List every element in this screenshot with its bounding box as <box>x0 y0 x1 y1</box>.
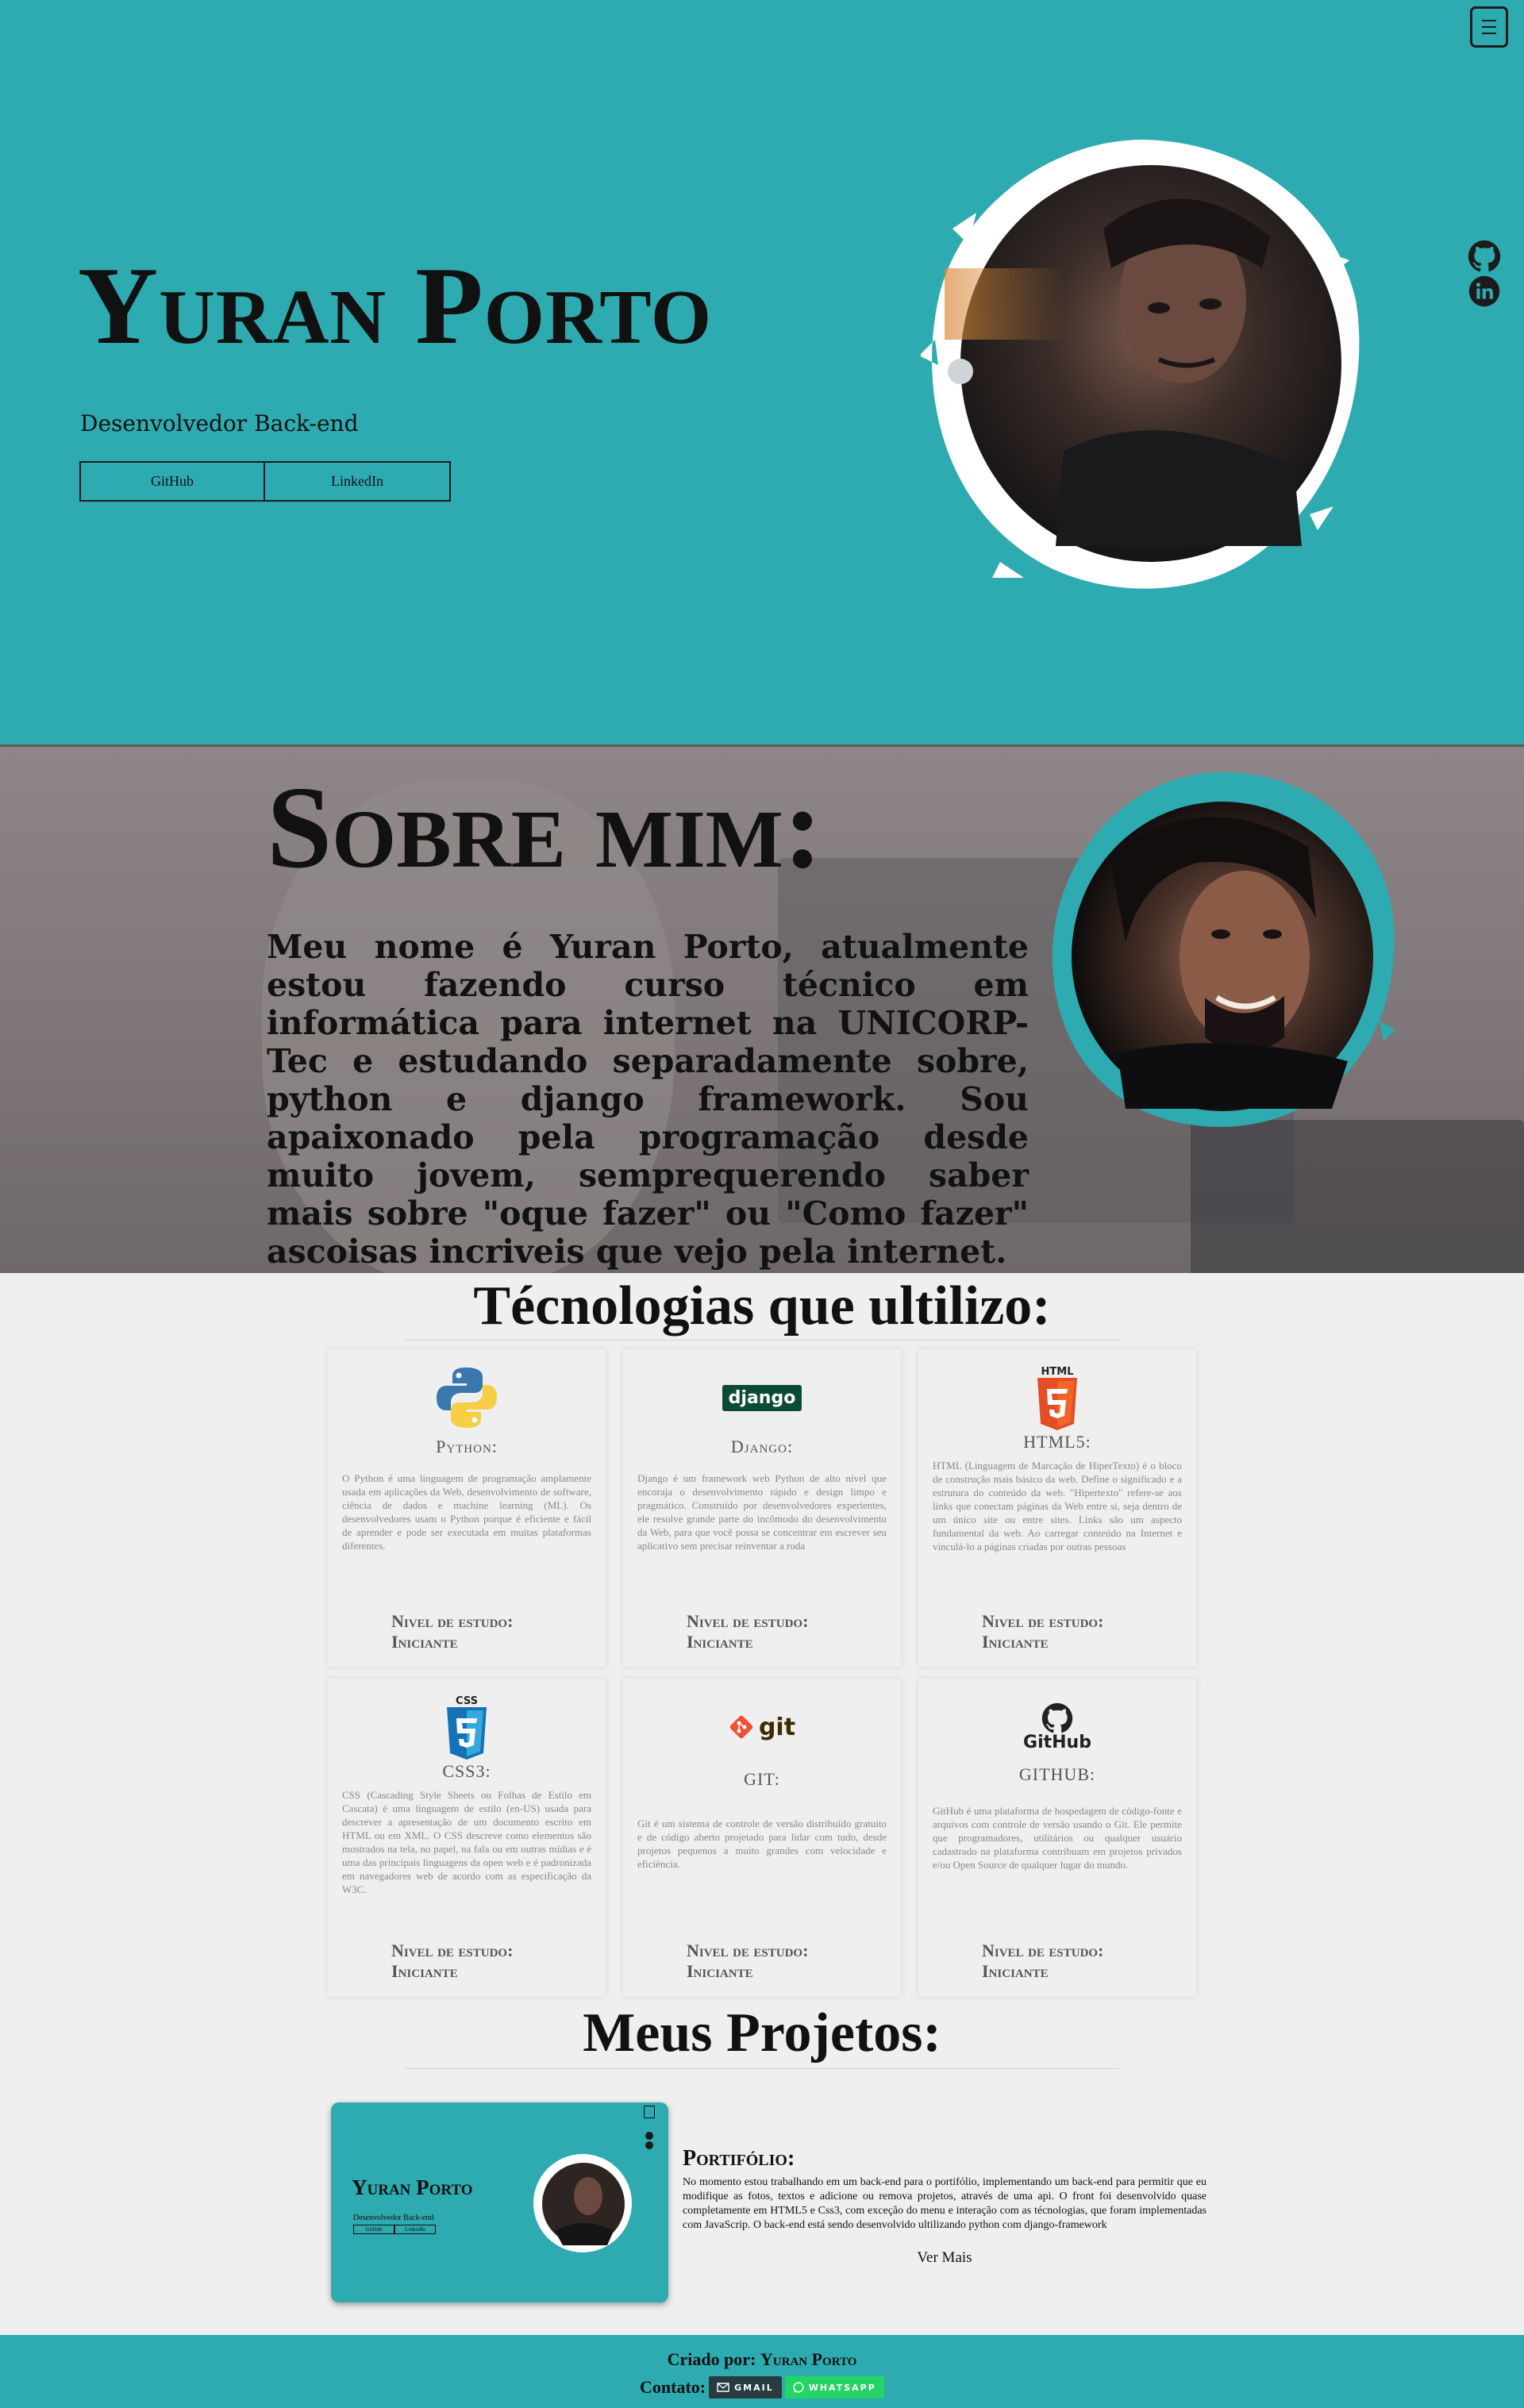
footer-contact: Contato: GMAIL WHATSAPP <box>640 2376 884 2398</box>
github-icon[interactable] <box>1468 240 1501 273</box>
python-logo-icon <box>437 1367 497 1428</box>
tech-card-level: Nivel de estudo: Iniciante <box>982 1611 1104 1652</box>
about-title: Sobre mim: <box>267 763 823 893</box>
tech-card-git[interactable]: git GIT: Git é um sistema de controle de… <box>623 1679 901 1996</box>
about-avatar <box>1052 771 1395 1127</box>
social-links <box>1468 240 1503 310</box>
tech-card-level: Nivel de estudo: Iniciante <box>391 1941 514 1981</box>
tech-card-title: GITHUB: <box>1018 1764 1096 1784</box>
tech-card-level: Nivel de estudo: Iniciante <box>687 1941 809 1981</box>
tech-card-title: Python: <box>436 1437 498 1456</box>
tech-card-level: Nivel de estudo: Iniciante <box>982 1941 1104 1981</box>
tech-card-title: CSS3: <box>442 1761 491 1781</box>
gmail-icon <box>717 2383 729 2392</box>
tech-card-github[interactable]: GitHub GITHUB: GitHub é uma plataforma d… <box>918 1679 1196 1996</box>
tech-title-rule <box>405 1340 1119 1341</box>
tech-card-html5[interactable]: HTML HTML5: HTML (Linguagem de Marcação … <box>918 1349 1196 1667</box>
thumb-role: Desenvolvedor Back-end <box>353 2214 434 2222</box>
github-button[interactable]: GitHub <box>79 461 265 502</box>
tech-card-level: Nivel de estudo: Iniciante <box>391 1611 514 1652</box>
thumb-name: Yuran Porto <box>352 2175 473 2199</box>
tech-grid: Python: O Python é uma linguagem de prog… <box>328 1349 1196 1996</box>
tech-card-desc: O Python é uma linguagem de programação … <box>342 1472 591 1552</box>
django-logo-icon: django <box>722 1384 802 1411</box>
whatsapp-badge[interactable]: WHATSAPP <box>784 2376 884 2398</box>
about-section: Sobre mim: Meu nome é Yuran Porto, atual… <box>0 744 1524 1273</box>
hero-section: Yuran Porto Desenvolvedor Back-end GitHu… <box>0 0 1524 744</box>
project-thumbnail[interactable]: Yuran Porto Desenvolvedor Back-end GitHu… <box>331 2102 668 2302</box>
footer: Criado por: Yuran Porto Contato: GMAIL W… <box>0 2335 1524 2408</box>
project-title: Portifólio: <box>683 2146 795 2171</box>
about-text: Meu nome é Yuran Porto, atualmente estou… <box>267 928 1029 1271</box>
whatsapp-icon <box>793 2382 804 2393</box>
tech-card-desc: Git é um sistema de controle de versão d… <box>637 1818 887 1870</box>
thumb-avatar <box>533 2154 632 2252</box>
see-more-button[interactable]: Ver Mais <box>849 2246 1040 2270</box>
projects-title-rule <box>405 2068 1119 2069</box>
gmail-badge[interactable]: GMAIL <box>709 2376 782 2398</box>
tech-card-desc: Django é um framework web Python de alto… <box>637 1472 887 1552</box>
hero-buttons: GitHub LinkedIn <box>79 461 451 502</box>
project-desc: No momento estou trabalhando em um back-… <box>683 2176 1206 2231</box>
tech-card-css3[interactable]: CSS CSS3: CSS (Cascading Style Sheets ou… <box>328 1679 606 1996</box>
css3-logo-icon <box>447 1706 487 1760</box>
git-logo-icon <box>729 1715 753 1739</box>
social-icons <box>645 2132 653 2149</box>
thumb-buttons: GitHub LinkedIn <box>353 2225 436 2234</box>
tech-card-desc: CSS (Cascading Style Sheets ou Folhas de… <box>342 1789 591 1895</box>
tech-card-python[interactable]: Python: O Python é uma linguagem de prog… <box>328 1349 606 1667</box>
footer-credit: Criado por: Yuran Porto <box>667 2349 857 2369</box>
html5-logo-icon <box>1037 1377 1077 1430</box>
github-logo-icon <box>1041 1702 1073 1733</box>
projects-title: Meus Projetos: <box>583 2002 941 2064</box>
tech-card-title: Django: <box>730 1437 794 1456</box>
tech-card-django[interactable]: django Django: Django é um framework web… <box>623 1349 901 1667</box>
hamburger-icon <box>644 2106 655 2118</box>
linkedin-button[interactable]: LinkedIn <box>265 461 451 502</box>
hero-name: Yuran Porto <box>78 244 713 367</box>
tech-title: Técnologias que ultilizo: <box>473 1275 1051 1337</box>
tech-card-title: HTML5: <box>1023 1432 1091 1452</box>
tech-card-title: GIT: <box>744 1769 780 1789</box>
tech-card-desc: HTML (Linguagem de Marcação de HiperText… <box>933 1460 1182 1552</box>
hero-avatar <box>921 140 1360 589</box>
tech-card-desc: GitHub é uma plataforma de hospedagem de… <box>933 1805 1182 1871</box>
hamburger-icon <box>1482 20 1496 21</box>
linkedin-icon[interactable] <box>1468 275 1501 308</box>
tech-card-level: Nivel de estudo: Iniciante <box>687 1611 809 1652</box>
hero-role: Desenvolvedor Back-end <box>80 410 359 437</box>
menu-button[interactable] <box>1470 6 1508 48</box>
